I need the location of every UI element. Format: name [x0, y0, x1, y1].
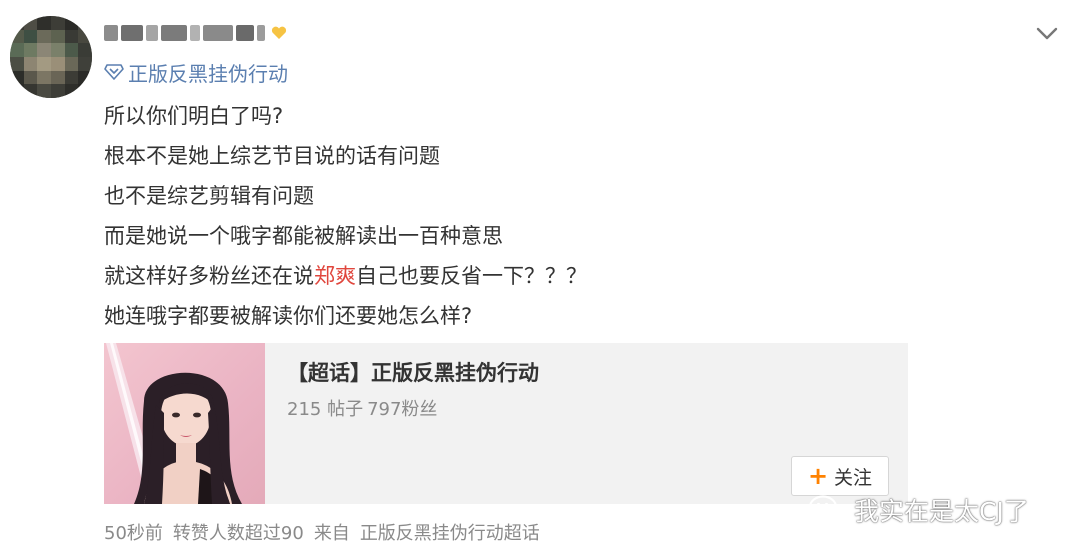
username-obscured[interactable]	[104, 20, 287, 46]
post-line: 根本不是她上综艺节目说的话有问题	[104, 144, 440, 168]
source-label: 正版反黑挂伪行动	[128, 61, 288, 86]
fan-count: 797粉丝	[367, 399, 438, 420]
follow-label: 关注	[834, 466, 873, 489]
watermark-text: 我实在是太CJ了	[854, 497, 1029, 526]
post-line: 就这样好多粉丝还在说郑爽自己也要反省一下？？？	[104, 256, 587, 296]
vip-heart-icon	[271, 26, 287, 39]
avatar-mosaic	[10, 16, 92, 98]
post-body: 所以你们明白了吗? 根本不是她上综艺节目说的话有问题 也不是综艺剪辑有问题 而是…	[104, 96, 587, 336]
post-text: 自己也要反省一下？？？	[356, 264, 587, 288]
topic-card[interactable]: 【超话】正版反黑挂伪行动 215 帖子 797粉丝 + 关注	[104, 343, 908, 504]
avatar[interactable]	[10, 16, 92, 98]
wechat-icon	[808, 495, 845, 524]
topic-thumbnail	[104, 343, 265, 504]
post-text: 就这样好多粉丝还在说	[104, 264, 314, 288]
username-mosaic	[104, 25, 265, 41]
post-line: 也不是综艺剪辑有问题	[104, 184, 314, 208]
post-count: 215 帖子	[287, 399, 364, 420]
chevron-down-icon[interactable]	[1032, 22, 1062, 44]
source-link[interactable]: 正版反黑挂伪行动	[104, 58, 288, 86]
post-time[interactable]: 50秒前	[104, 519, 163, 545]
from-prefix: 来自	[313, 523, 350, 544]
post-line: 她连哦字都要被解读你们还要她怎么样?	[104, 304, 473, 328]
location-diamond-icon	[104, 64, 124, 80]
plus-icon: +	[807, 462, 829, 490]
post-line: 所以你们明白了吗?	[104, 104, 284, 128]
topic-stats: 215 帖子 797粉丝	[287, 395, 437, 421]
post-line: 而是她说一个哦字都能被解读出一百种意思	[104, 224, 503, 248]
source-client-link[interactable]: 正版反黑挂伪行动超话	[360, 519, 540, 545]
post-meta: 50秒前 转赞人数超过90 来自 正版反黑挂伪行动超话	[104, 518, 540, 546]
repost-count: 转赞人数超过90	[172, 523, 304, 544]
topic-thumbnail-portrait	[106, 343, 242, 504]
watermark: 我实在是太CJ了	[808, 490, 1029, 530]
topic-title: 【超话】正版反黑挂伪行动	[287, 361, 539, 385]
keyword-link[interactable]: 郑爽	[314, 264, 356, 288]
